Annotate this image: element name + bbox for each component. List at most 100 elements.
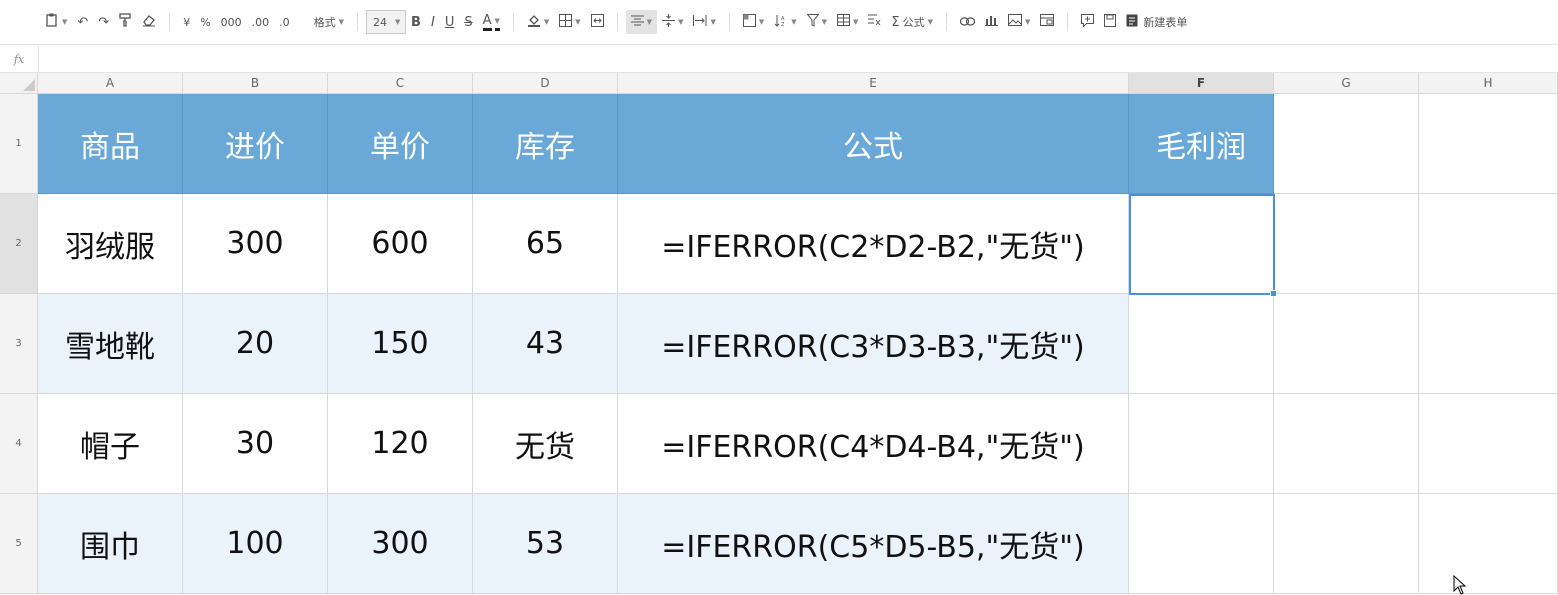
fx-icon: fx [0,46,39,72]
cell-a2[interactable]: 羽绒服 [38,194,183,294]
cell-d1[interactable]: 库存 [473,94,618,194]
underline-button[interactable]: U [440,10,460,34]
decrease-decimal-label: .0 [279,15,290,29]
borders-button[interactable]: ▼ [554,10,585,34]
insert-chart-button[interactable] [980,10,1003,34]
cell-c4[interactable]: 120 [328,394,473,494]
freeze-button[interactable]: ▼ [738,10,769,34]
cell-b2[interactable]: 300 [183,194,328,294]
cell-b4[interactable]: 30 [183,394,328,494]
cell-b3[interactable]: 20 [183,294,328,394]
column-header-b[interactable]: B [183,73,328,94]
formula-dropdown[interactable]: Σ 公式 ▼ [886,10,938,34]
cell-h3[interactable] [1419,294,1558,394]
cell-g5[interactable] [1274,494,1419,594]
row-header-4[interactable]: 4 [0,394,38,494]
column-header-d[interactable]: D [473,73,618,94]
column-header-e[interactable]: E [618,73,1129,94]
cell-c3[interactable]: 150 [328,294,473,394]
cell-d2[interactable]: 65 [473,194,618,294]
cell-h1[interactable] [1419,94,1558,194]
column-header-g[interactable]: G [1274,73,1419,94]
cell-e1[interactable]: 公式 [618,94,1129,194]
column-header-a[interactable]: A [38,73,183,94]
cell-b5[interactable]: 100 [183,494,328,594]
filter-button[interactable]: ▼ [802,10,832,34]
text-wrap-button[interactable]: ▼ [688,10,720,34]
cell-h5[interactable] [1419,494,1558,594]
column-header-f[interactable]: F [1129,73,1274,94]
cell-b1[interactable]: 进价 [183,94,328,194]
cell-f4[interactable] [1129,394,1274,494]
cell-g4[interactable] [1274,394,1419,494]
merge-cells-button[interactable] [586,10,609,34]
new-sheet-button[interactable]: 新建表单 [1121,10,1192,34]
cell-d4[interactable]: 无货 [473,394,618,494]
column-header-c[interactable]: C [328,73,473,94]
cell-f2[interactable] [1129,194,1274,294]
cell-h4[interactable] [1419,394,1558,494]
cell-a3[interactable]: 雪地靴 [38,294,183,394]
row-header-2[interactable]: 2 [0,194,38,294]
insert-link-button[interactable] [955,10,980,34]
cell-d3[interactable]: 43 [473,294,618,394]
italic-button[interactable]: I [426,10,440,34]
cell-f1[interactable]: 毛利润 [1129,94,1274,194]
cell-a1[interactable]: 商品 [38,94,183,194]
conditional-format-button[interactable] [863,10,886,34]
paintbrush-icon [119,13,132,31]
strikethrough-button[interactable]: S [459,10,477,34]
formula-label: 公式 [902,16,925,29]
paste-button[interactable]: ▼ [40,10,72,34]
currency-button[interactable]: ¥ [178,10,195,34]
cell-f3[interactable] [1129,294,1274,394]
vertical-align-button[interactable]: ▼ [657,10,688,34]
cell-c5[interactable]: 300 [328,494,473,594]
select-all-corner[interactable] [0,73,38,94]
cell-c2[interactable]: 600 [328,194,473,294]
font-color-button[interactable]: A ▼ [478,10,505,34]
percent-button[interactable]: % [195,10,215,34]
horizontal-align-button[interactable]: ▼ [625,10,658,34]
cell-g1[interactable] [1274,94,1419,194]
undo-button[interactable]: ↶ [72,10,93,34]
insert-image-button[interactable]: ▼ [1003,10,1035,34]
clear-format-button[interactable] [137,10,161,34]
format-painter-button[interactable] [114,10,137,34]
cell-e2[interactable]: =IFERROR(C2*D2-B2,"无货") [618,194,1129,294]
new-sheet-icon [1126,14,1138,30]
cell-d5[interactable]: 53 [473,494,618,594]
row-header-3[interactable]: 3 [0,294,38,394]
insert-comment-button[interactable] [1076,10,1099,34]
cell-g2[interactable] [1274,194,1419,294]
sort-button[interactable]: A Z ▼ [769,10,801,34]
thousands-button[interactable]: 000 [216,10,247,34]
svg-text:Z: Z [781,22,785,27]
table-button[interactable]: ▼ [832,10,863,34]
cell-a4[interactable]: 帽子 [38,394,183,494]
cell-e3[interactable]: =IFERROR(C3*D3-B3,"无货") [618,294,1129,394]
font-size-dropdown[interactable]: 24 ▼ [366,10,407,34]
save-button[interactable] [1099,10,1121,34]
row-header-1[interactable]: 1 [0,94,38,194]
cell-e4[interactable]: =IFERROR(C4*D4-B4,"无货") [618,394,1129,494]
toolbar-divider [946,13,948,31]
decrease-decimal-button[interactable]: .0 [274,10,295,34]
cell-g3[interactable] [1274,294,1419,394]
cell-f5[interactable] [1129,494,1274,594]
bold-button[interactable]: B [406,10,426,34]
increase-decimal-button[interactable]: .00 [247,10,275,34]
row-header-5[interactable]: 5 [0,494,38,594]
toolbar-divider [357,13,359,31]
number-format-dropdown[interactable]: 格式 ▼ [309,10,349,34]
column-header-h[interactable]: H [1419,73,1558,94]
redo-button[interactable]: ↷ [93,10,114,34]
cell-a5[interactable]: 围巾 [38,494,183,594]
data-validation-button[interactable] [1035,10,1059,34]
cell-c1[interactable]: 单价 [328,94,473,194]
cell-h2[interactable] [1419,194,1558,294]
cell-e5[interactable]: =IFERROR(C5*D5-B5,"无货") [618,494,1129,594]
fill-color-button[interactable]: ▼ [522,10,554,34]
formula-input[interactable] [39,46,1558,72]
eraser-icon [142,13,156,31]
